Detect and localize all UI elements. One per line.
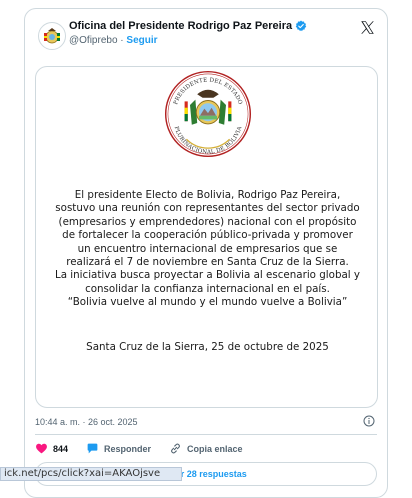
- author-handle[interactable]: @Ofiprebo: [69, 35, 118, 46]
- x-logo-icon[interactable]: [360, 20, 375, 35]
- tweet-image[interactable]: PRESIDENTE DEL ESTADO PLURINACIONAL DE B…: [35, 66, 378, 408]
- statement-line: “Bolivia vuelve al mundo y el mundo vuel…: [67, 296, 348, 309]
- reply-bubble-icon: [87, 443, 98, 454]
- author-row: Oficina del Presidente Rodrigo Paz Perei…: [69, 20, 307, 32]
- statement-line: El presidente Electo de Bolivia, Rodrigo…: [74, 189, 341, 201]
- separator-dot: ·: [120, 35, 124, 46]
- author-name[interactable]: Oficina del Presidente Rodrigo Paz Perei…: [69, 20, 292, 32]
- statement-line: consolidar la confianza internacional en…: [85, 282, 330, 295]
- statement-line: de fortalecer la cooperación público-pri…: [62, 229, 353, 242]
- statement-line: La iniciativa busca proyectar a Bolivia …: [54, 269, 361, 282]
- status-bar-url: ick.net/pcs/click?xai=AKAOjsve: [0, 467, 182, 481]
- divider: [35, 434, 377, 435]
- action-bar: 844 Responder Copia enlace: [35, 442, 261, 455]
- statement-line: sostuvo una reunión con representantes d…: [55, 202, 360, 215]
- link-icon: [171, 443, 181, 454]
- statement-line: realizará el 7 de noviembre en Santa Cru…: [66, 256, 349, 269]
- like-button[interactable]: 844: [35, 442, 68, 455]
- reply-button[interactable]: Responder: [86, 442, 151, 455]
- reply-label: Responder: [104, 443, 152, 454]
- follow-button[interactable]: Seguir: [126, 35, 157, 46]
- copy-link-label: Copia enlace: [187, 443, 243, 454]
- statement-line: un encuentro internacional de empresario…: [77, 242, 338, 255]
- heart-icon: [36, 443, 47, 454]
- tweet-card: Oficina del Presidente Rodrigo Paz Perei…: [24, 8, 388, 498]
- copy-link-button[interactable]: Copia enlace: [169, 442, 243, 455]
- bolivia-coat-of-arms-icon: [40, 24, 64, 48]
- place-date: Santa Cruz de la Sierra, 25 de octubre d…: [86, 341, 329, 353]
- statement-text: El presidente Electo de Bolivia, Rodrigo…: [44, 189, 371, 310]
- tweet-timestamp[interactable]: 10:44 a. m. · 26 oct. 2025: [35, 417, 138, 427]
- verified-badge-icon: [295, 20, 307, 32]
- info-icon[interactable]: [363, 415, 375, 427]
- statement-line: (empresarios y emprendedores) nacional c…: [58, 215, 357, 228]
- handle-row: @Ofiprebo · Seguir: [69, 35, 158, 46]
- like-count: 844: [53, 443, 69, 454]
- avatar[interactable]: [38, 22, 66, 50]
- presidential-seal-icon: PRESIDENTE DEL ESTADO PLURINACIONAL DE B…: [164, 70, 252, 158]
